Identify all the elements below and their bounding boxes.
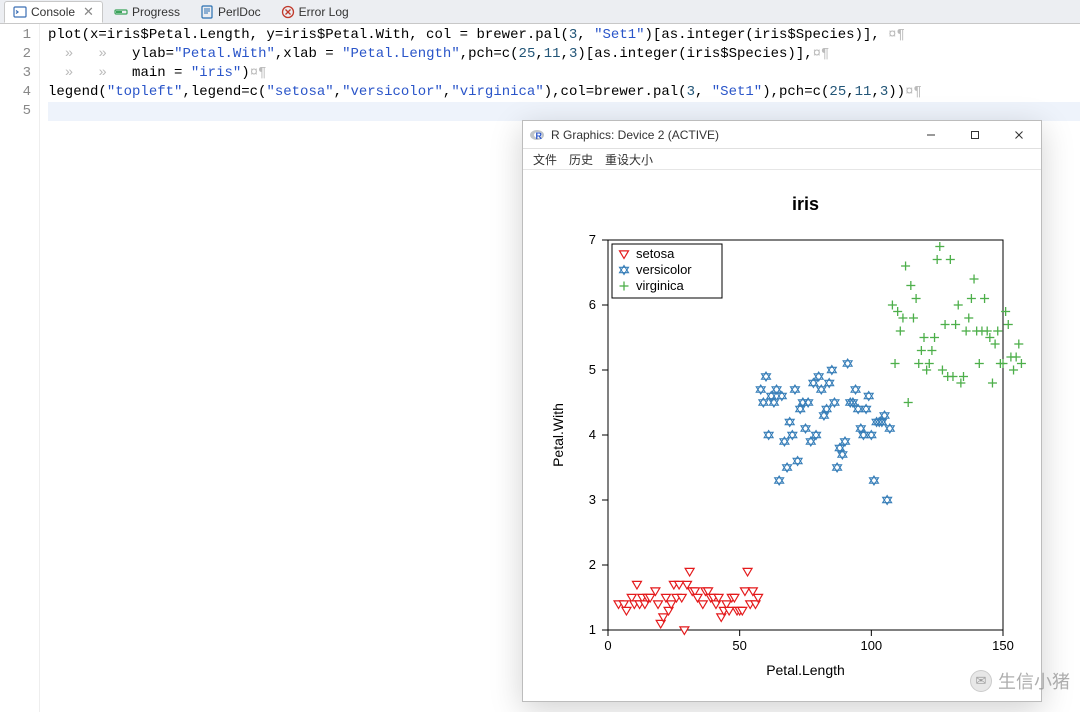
svg-text:Petal.With: Petal.With bbox=[550, 403, 566, 467]
minimize-button[interactable] bbox=[909, 121, 953, 149]
tab-label: Console bbox=[31, 5, 75, 19]
svg-text:7: 7 bbox=[589, 232, 596, 247]
svg-text:50: 50 bbox=[732, 638, 746, 653]
tab-perldoc[interactable]: PerlDoc bbox=[191, 1, 270, 23]
svg-text:Petal.Length: Petal.Length bbox=[766, 662, 845, 678]
tab-label: PerlDoc bbox=[218, 5, 261, 19]
r-app-icon: R bbox=[529, 127, 545, 143]
tab-console[interactable]: Console ✕ bbox=[4, 1, 103, 23]
menu-history[interactable]: 历史 bbox=[569, 151, 593, 168]
maximize-button[interactable] bbox=[953, 121, 997, 149]
svg-text:100: 100 bbox=[860, 638, 882, 653]
r-graphics-window: R R Graphics: Device 2 (ACTIVE) 文件 历史 重设… bbox=[522, 120, 1042, 702]
tab-progress[interactable]: Progress bbox=[105, 1, 189, 23]
svg-text:4: 4 bbox=[589, 427, 596, 442]
progress-icon bbox=[114, 5, 128, 19]
svg-text:0: 0 bbox=[604, 638, 611, 653]
close-icon[interactable]: ✕ bbox=[83, 4, 94, 20]
console-icon bbox=[13, 5, 27, 19]
window-titlebar[interactable]: R R Graphics: Device 2 (ACTIVE) bbox=[523, 121, 1041, 149]
errorlog-icon bbox=[281, 5, 295, 19]
window-title: R Graphics: Device 2 (ACTIVE) bbox=[551, 128, 719, 142]
tab-label: Progress bbox=[132, 5, 180, 19]
svg-text:iris: iris bbox=[792, 194, 819, 214]
menu-file[interactable]: 文件 bbox=[533, 151, 557, 168]
r-menubar: 文件 历史 重设大小 bbox=[523, 149, 1041, 170]
svg-text:setosa: setosa bbox=[636, 246, 675, 261]
svg-text:virginica: virginica bbox=[636, 278, 684, 293]
perldoc-icon bbox=[200, 5, 214, 19]
close-button[interactable] bbox=[997, 121, 1041, 149]
data-points bbox=[614, 242, 1026, 635]
svg-text:R: R bbox=[536, 131, 543, 141]
plot-canvas: iris 0 50 100 150 Petal.Length 1 2 3 4 5 6 7 Petal.Wi… bbox=[523, 170, 1041, 701]
svg-text:2: 2 bbox=[589, 557, 596, 572]
tab-label: Error Log bbox=[299, 5, 349, 19]
svg-text:1: 1 bbox=[589, 622, 596, 637]
svg-text:150: 150 bbox=[992, 638, 1014, 653]
svg-text:3: 3 bbox=[589, 492, 596, 507]
editor-tab-bar: Console ✕ Progress PerlDoc Error Log bbox=[0, 0, 1080, 24]
tab-errorlog[interactable]: Error Log bbox=[272, 1, 358, 23]
menu-resize[interactable]: 重设大小 bbox=[605, 151, 653, 168]
line-number-gutter: 12345 bbox=[0, 24, 40, 712]
svg-text:5: 5 bbox=[589, 362, 596, 377]
svg-text:versicolor: versicolor bbox=[636, 262, 692, 277]
svg-text:6: 6 bbox=[589, 297, 596, 312]
